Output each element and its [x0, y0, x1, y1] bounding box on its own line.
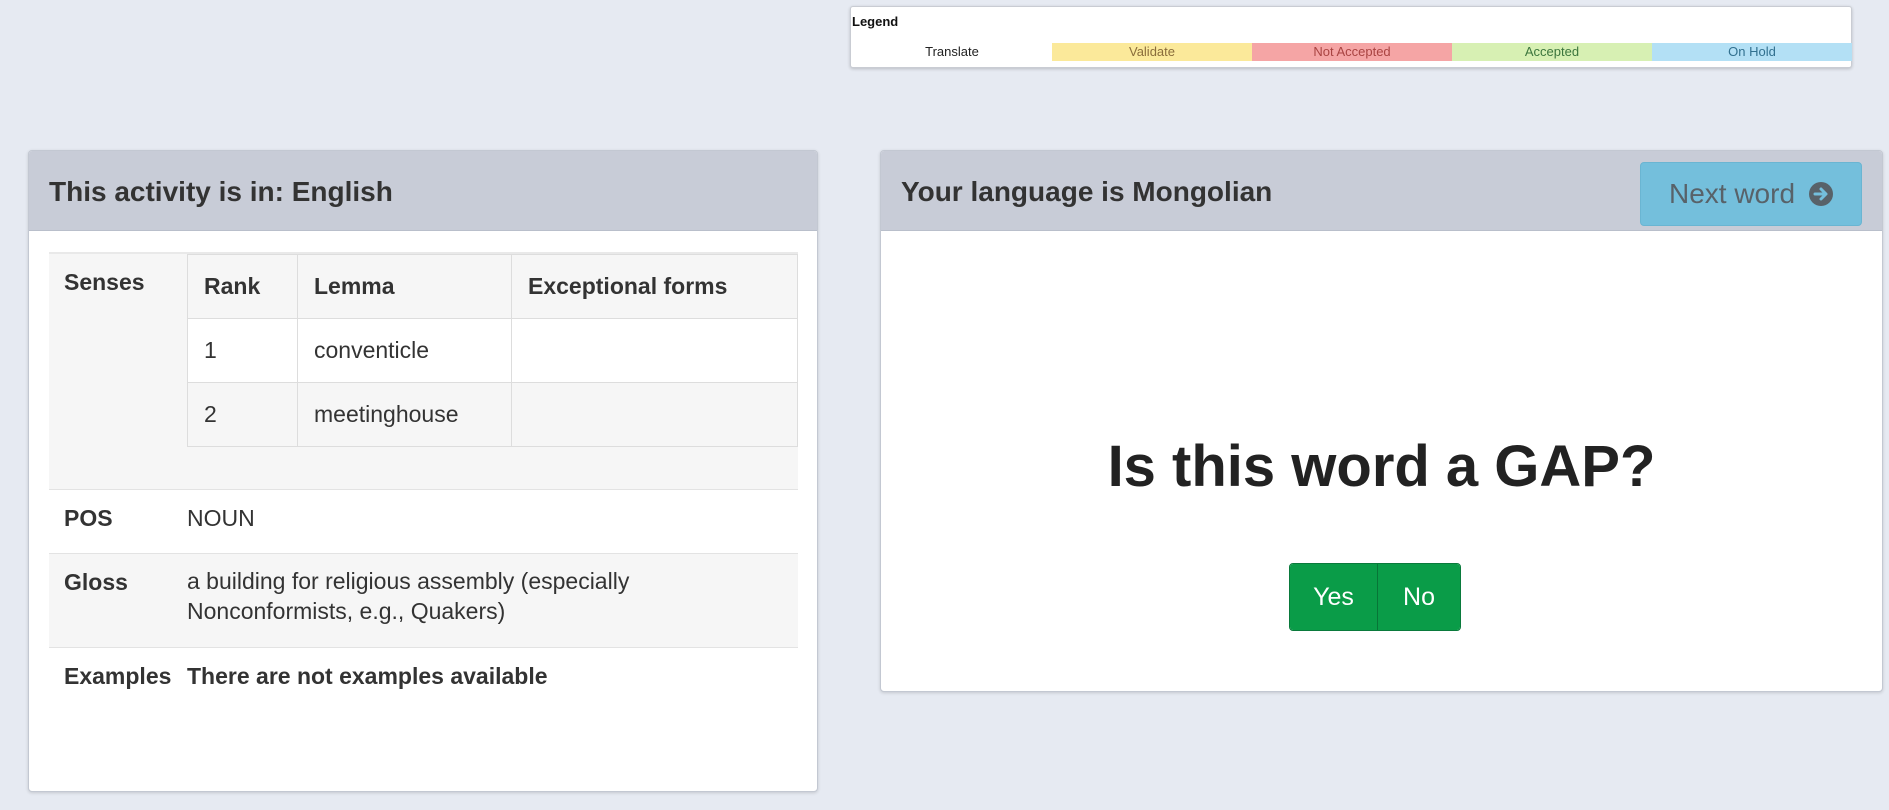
gloss-value: a building for religious assembly (espec…	[187, 568, 630, 624]
column-header-lemma: Lemma	[297, 254, 512, 319]
no-button[interactable]: No	[1378, 564, 1460, 630]
sense-rank: 2	[187, 382, 298, 447]
sense-lemma: conventicle	[297, 318, 512, 383]
legend-row: Translate Validate Not Accepted Accepted…	[852, 43, 1852, 61]
gap-question: Is this word a GAP?	[1107, 434, 1656, 499]
next-word-label: Next word	[1668, 178, 1796, 209]
sense-rank: 1	[187, 318, 298, 383]
senses-row: Senses Rank Lemma Exceptional forms 1 co…	[49, 252, 798, 489]
answer-button-group: Yes No	[1289, 563, 1461, 631]
sense-exceptional-forms	[511, 382, 798, 447]
examples-label: Examples	[64, 663, 172, 689]
senses-header-row: Rank Lemma Exceptional forms	[187, 254, 798, 319]
question-panel: Your language is Mongolian Next word Is …	[880, 150, 1883, 692]
legend-item-not-accepted: Not Accepted	[1252, 43, 1452, 61]
legend-item-validate: Validate	[1052, 43, 1252, 61]
pos-label: POS	[64, 505, 113, 531]
legend-box: Legend Translate Validate Not Accepted A…	[850, 6, 1852, 68]
gloss-row: Gloss a building for religious assembly …	[49, 553, 798, 647]
next-word-button[interactable]: Next word	[1640, 162, 1862, 226]
sense-exceptional-forms	[511, 318, 798, 383]
legend-item-on-hold: On Hold	[1652, 43, 1852, 61]
word-details: Senses Rank Lemma Exceptional forms 1 co…	[49, 252, 798, 711]
pos-row: POS NOUN	[49, 489, 798, 553]
examples-row: Examples There are not examples availabl…	[49, 647, 798, 711]
legend-item-accepted: Accepted	[1452, 43, 1652, 61]
table-row: 1 conventicle	[187, 318, 798, 383]
legend-title: Legend	[852, 14, 899, 29]
pos-value: NOUN	[187, 505, 255, 531]
sense-lemma: meetinghouse	[297, 382, 512, 447]
senses-table: Rank Lemma Exceptional forms 1 conventic…	[187, 254, 798, 447]
yes-button[interactable]: Yes	[1290, 564, 1378, 630]
activity-title: This activity is in: English	[49, 176, 393, 207]
language-title: Your language is Mongolian	[901, 176, 1273, 207]
table-row: 2 meetinghouse	[187, 382, 798, 447]
arrow-right-circle-icon	[1809, 182, 1834, 206]
column-header-exceptional-forms: Exceptional forms	[511, 254, 798, 319]
legend-item-translate: Translate	[852, 43, 1052, 61]
activity-panel-heading: This activity is in: English	[29, 151, 817, 231]
examples-value: There are not examples available	[187, 663, 548, 689]
question-panel-heading: Your language is Mongolian Next word	[881, 151, 1882, 231]
senses-label: Senses	[64, 269, 145, 295]
gloss-label: Gloss	[64, 569, 128, 595]
activity-panel: This activity is in: English Senses Rank…	[28, 150, 818, 792]
column-header-rank: Rank	[187, 254, 298, 319]
